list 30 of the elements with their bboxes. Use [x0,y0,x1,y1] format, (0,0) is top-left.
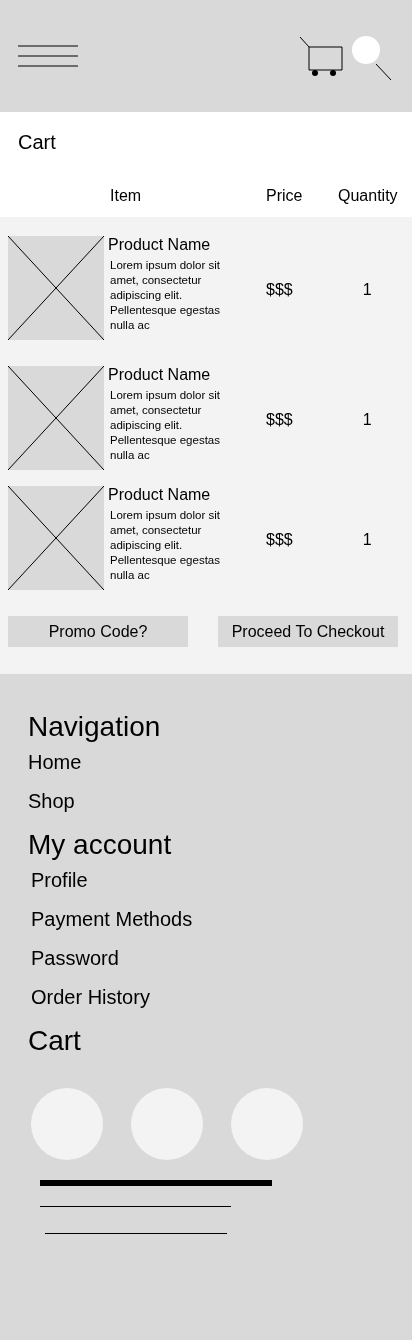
footer-heading: Navigation [28,710,161,744]
footer-link[interactable]: Profile [31,868,88,892]
product-description: Lorem ipsum dolor sit amet, consectetur adipiscing elit. Pellentesque egestas nulla ac [109,388,221,463]
page-title: Cart [17,130,57,155]
checkout-button[interactable]: Proceed To Checkout [218,616,398,647]
product-quantity: 1 [362,281,372,299]
product-price: $$$ [266,411,293,429]
footer-heading: Cart [28,1024,81,1058]
menu-icon[interactable] [18,45,78,67]
footer-link[interactable]: Shop [28,789,75,813]
footer-link[interactable]: Password [31,946,119,970]
column-header: Price [266,187,303,205]
cart-icon[interactable] [299,36,343,78]
product-name: Product Name [108,486,212,504]
promo-code-button[interactable]: Promo Code? [8,616,188,647]
footer-link[interactable]: Order History [31,985,150,1009]
product-description: Lorem ipsum dolor sit amet, consectetur adipiscing elit. Pellentesque egestas nulla ac [109,508,221,583]
product-description: Lorem ipsum dolor sit amet, consectetur adipiscing elit. Pellentesque egestas nulla ac [109,258,221,333]
product-name: Product Name [108,366,212,384]
footer-heading: My account [28,828,172,862]
product-price: $$$ [266,531,293,549]
column-header: Quantity [338,187,398,205]
column-header: Item [110,187,142,205]
product-quantity: 1 [362,411,372,429]
product-name: Product Name [108,236,212,254]
search-icon[interactable] [352,36,392,81]
product-price: $$$ [266,281,293,299]
product-quantity: 1 [362,531,372,549]
footer-link[interactable]: Payment Methods [31,907,193,931]
footer-link[interactable]: Home [28,750,82,774]
